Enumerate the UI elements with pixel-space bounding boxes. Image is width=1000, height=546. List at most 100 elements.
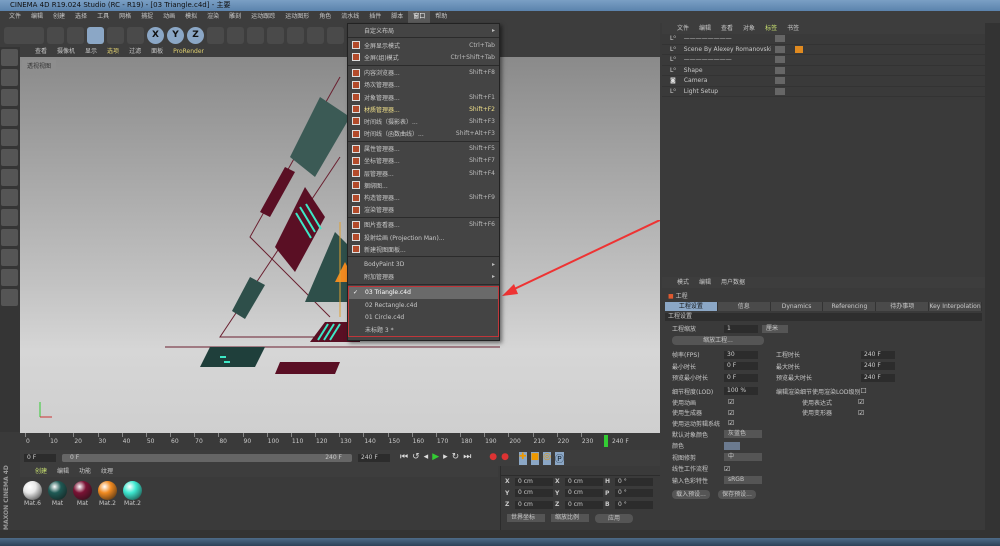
max-field[interactable]: 240 F	[861, 362, 895, 371]
lod-field[interactable]: 100 %	[724, 387, 758, 396]
key-param-icon[interactable]: Ⓟ	[554, 452, 564, 465]
linear-workflow-checkbox[interactable]: ☑	[724, 465, 730, 473]
viewport-menu-1[interactable]: 摄像机	[52, 47, 80, 57]
fps-field[interactable]: 30	[724, 350, 758, 359]
scale-icon[interactable]	[87, 26, 104, 44]
option-checkbox[interactable]: ☑	[728, 409, 734, 417]
axis-y-button[interactable]: Y	[167, 26, 184, 44]
scale-field[interactable]: 1	[724, 324, 758, 333]
unit-dropdown[interactable]: 厘米	[762, 324, 788, 333]
menu-1[interactable]: 编辑	[26, 11, 48, 23]
tab-5[interactable]: Key Interpolation	[929, 302, 982, 311]
timeline-ruler[interactable]: 0 10 20 30 40 50 60 70 80 90 100 110 120 130 140 150 160…	[20, 433, 660, 450]
menu-0[interactable]: 文件	[4, 11, 26, 23]
select-icon[interactable]	[47, 26, 64, 44]
start-frame-field[interactable]: 0 F	[24, 454, 56, 462]
key-position-icon[interactable]: ✚	[519, 452, 527, 465]
load-preset-button[interactable]: 载入预设...	[672, 490, 710, 500]
subdivision-icon[interactable]	[327, 26, 344, 44]
object-row[interactable]: L⁰ Light Setup	[662, 87, 985, 97]
next-key-icon[interactable]: ↻	[452, 452, 460, 465]
play-icon[interactable]: ▶	[432, 452, 439, 465]
window-menu-item[interactable]: 属性管理器... Shift+F5	[348, 143, 499, 155]
menu-6[interactable]: 捕捉	[136, 11, 158, 23]
attribute-menu-2[interactable]: 用户数据	[716, 277, 750, 288]
option-checkbox[interactable]: ☑	[728, 398, 734, 406]
material-menu-1[interactable]: 编辑	[52, 466, 74, 477]
render-view-icon[interactable]	[227, 26, 244, 44]
visibility-toggle[interactable]	[774, 77, 785, 85]
color-profile-dropdown[interactable]: sRGB	[724, 476, 762, 485]
coordinate-field[interactable]: 0 °	[615, 489, 653, 498]
window-menu-item[interactable]: 自定义布局 ▸	[348, 24, 499, 36]
make-editable-icon[interactable]	[1, 49, 18, 66]
scale-mode-dropdown[interactable]: 缩放比例	[551, 513, 589, 522]
next-frame-icon[interactable]: ▸	[443, 452, 448, 465]
coordinate-field[interactable]: 0 cm	[565, 477, 603, 486]
tab-3[interactable]: Referencing	[823, 302, 877, 311]
menu-4[interactable]: 工具	[92, 11, 114, 23]
coordinate-field[interactable]: 0 °	[615, 477, 653, 486]
snap-icon[interactable]	[1, 249, 18, 266]
coordinate-field[interactable]: 0 °	[615, 500, 653, 509]
menu-2[interactable]: 创建	[48, 11, 70, 23]
object-menu-1[interactable]: 编辑	[694, 23, 716, 34]
window-menu-item[interactable]: BodyPaint 3D ▸	[348, 258, 499, 270]
object-row[interactable]: L⁰ Shape	[662, 66, 985, 76]
render-settings-icon[interactable]	[267, 26, 284, 44]
object-row[interactable]: L⁰ Scene By Alexey Romanovskiy	[662, 45, 985, 55]
recent-file-item[interactable]: ✓ 03 Triangle.c4d	[349, 286, 498, 299]
attribute-menu-1[interactable]: 编辑	[694, 277, 716, 288]
cube-icon[interactable]	[287, 26, 304, 44]
visibility-toggle[interactable]	[774, 56, 785, 64]
color-swatch[interactable]	[724, 441, 740, 450]
recent-file-item[interactable]: 02 Rectangle.c4d	[349, 299, 498, 311]
render-picture-icon[interactable]	[247, 26, 264, 44]
attribute-menu-0[interactable]: 模式	[672, 277, 694, 288]
visibility-toggle[interactable]	[774, 45, 785, 53]
go-start-icon[interactable]: ⏮	[400, 452, 408, 465]
preview-max-field[interactable]: 240 F	[861, 373, 895, 382]
window-menu-item[interactable]: 投射绘画 (Projection Man)...	[348, 231, 499, 243]
save-preset-button[interactable]: 保存预设...	[718, 490, 756, 500]
view-clip-dropdown[interactable]: 中	[724, 453, 762, 462]
coordinate-field[interactable]: 0 cm	[565, 489, 603, 498]
render-lod-checkbox[interactable]: ☐	[860, 387, 866, 395]
coordinate-mode-dropdown[interactable]: 世界坐标	[507, 513, 545, 522]
material-item[interactable]: Mat.2	[122, 481, 143, 507]
window-menu-item[interactable]: 捆绑图...	[348, 179, 499, 191]
visibility-toggle[interactable]	[774, 66, 785, 74]
lock-icon[interactable]	[1, 269, 18, 286]
menu-7[interactable]: 动画	[158, 11, 180, 23]
playhead[interactable]	[604, 435, 608, 447]
end-frame-field[interactable]: 240 F	[358, 454, 390, 462]
viewport-menu-5[interactable]: 面板	[146, 47, 168, 57]
window-menu-item[interactable]: 场次管理器...	[348, 79, 499, 91]
object-menu-5[interactable]: 书签	[782, 23, 804, 34]
menu-17[interactable]: 窗口	[408, 11, 431, 23]
visibility-toggle[interactable]	[774, 35, 785, 43]
texture-mode-icon[interactable]	[1, 89, 18, 106]
record-icon[interactable]: ●	[489, 452, 497, 465]
material-item[interactable]: Mat	[72, 481, 93, 507]
key-scale-icon[interactable]: ■	[530, 452, 540, 465]
option-checkbox[interactable]: ☑	[728, 419, 734, 427]
edges-icon[interactable]	[1, 149, 18, 166]
autokey-icon[interactable]: ●	[501, 452, 509, 465]
axis-z-button[interactable]: Z	[187, 26, 204, 44]
menu-3[interactable]: 选择	[70, 11, 92, 23]
option-checkbox[interactable]: ☑	[858, 398, 864, 406]
menu-14[interactable]: 流水线	[336, 11, 364, 23]
object-menu-4[interactable]: 标签	[760, 23, 782, 34]
viewport-menu-0[interactable]: 查看	[30, 47, 52, 57]
recent-file-item[interactable]: 01 Circle.c4d	[349, 311, 498, 323]
menu-11[interactable]: 运动跟踪	[246, 11, 280, 23]
duration-field[interactable]: 240 F	[861, 350, 895, 359]
option-checkbox[interactable]: ☑	[858, 409, 864, 417]
tab-4[interactable]: 待办事项	[876, 302, 930, 311]
window-menu-item[interactable]: 全屏显示模式 Ctrl+Tab	[348, 39, 499, 51]
object-menu-2[interactable]: 查看	[716, 23, 738, 34]
pen-icon[interactable]	[307, 26, 324, 44]
menu-5[interactable]: 网格	[114, 11, 136, 23]
tweak-icon[interactable]	[1, 209, 18, 226]
